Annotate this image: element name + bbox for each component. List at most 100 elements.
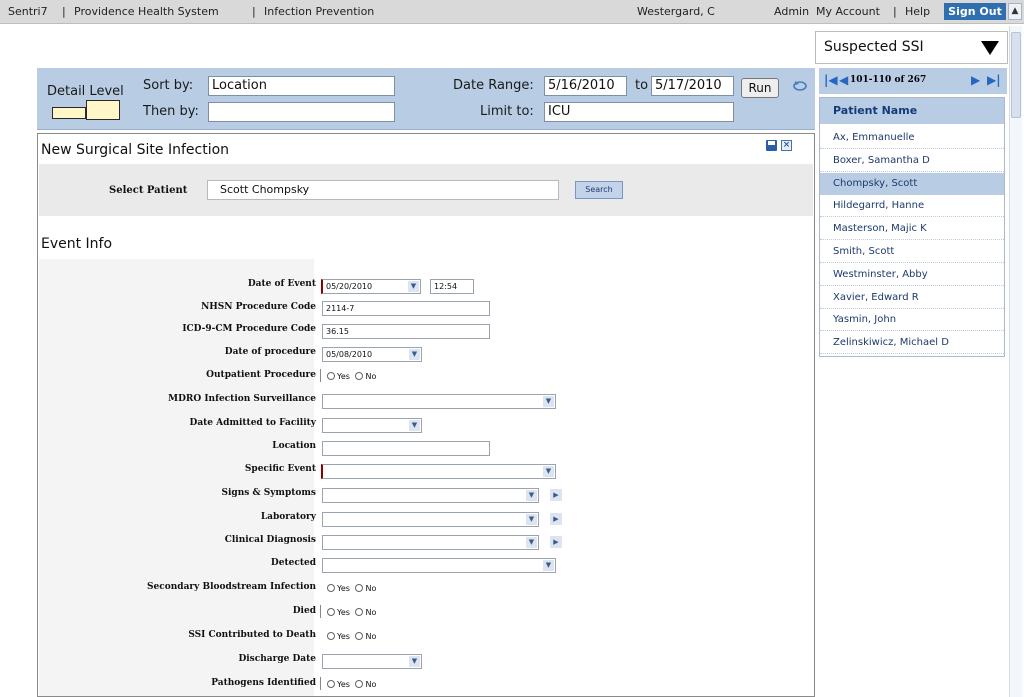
page-range: 101-110 of 267 bbox=[850, 75, 927, 85]
chevron-down-icon[interactable]: ▼ bbox=[408, 281, 419, 292]
icd9-code-input[interactable]: 36.15 bbox=[322, 324, 490, 339]
discharge-date-select[interactable]: ▼ bbox=[322, 654, 422, 669]
chevron-down-icon[interactable]: ▼ bbox=[543, 466, 554, 477]
scrollbar-thumb[interactable] bbox=[1011, 32, 1021, 118]
clinical-diagnosis-select[interactable]: ▼ bbox=[322, 535, 539, 550]
sort-by-input[interactable]: Location bbox=[208, 76, 395, 96]
then-by-input[interactable] bbox=[208, 102, 395, 122]
outpatient-yes-radio[interactable] bbox=[327, 372, 335, 380]
patient-list-item[interactable]: Xavier, Edward R bbox=[820, 287, 1004, 309]
nhsn-code-input[interactable]: 2114-7 bbox=[322, 301, 490, 316]
help-link[interactable]: Help bbox=[905, 5, 930, 18]
secondary-bsi-yes-radio[interactable] bbox=[327, 584, 335, 592]
patient-list-item[interactable]: Zelinskiwicz, Michael D bbox=[820, 332, 1004, 355]
date-to-label: to bbox=[635, 78, 649, 93]
patient-list-item[interactable]: Yasmin, John bbox=[820, 309, 1004, 332]
sort-by-label: Sort by: bbox=[143, 78, 194, 93]
outpatient-no-radio[interactable] bbox=[355, 372, 364, 380]
yes-label: Yes bbox=[337, 608, 350, 617]
location-input[interactable] bbox=[322, 441, 490, 456]
date-admitted-select[interactable]: ▼ bbox=[322, 418, 422, 433]
scroll-up-icon[interactable]: ▲ bbox=[1008, 3, 1022, 20]
topbar-separator: | bbox=[893, 5, 897, 18]
run-button[interactable]: Run bbox=[741, 78, 779, 98]
time-of-event-input[interactable]: 12:54 bbox=[430, 279, 474, 294]
search-button[interactable]: Search bbox=[575, 181, 623, 199]
chevron-down-icon[interactable]: ▼ bbox=[409, 420, 420, 431]
previous-page-icon[interactable]: ◀ bbox=[839, 73, 848, 87]
died-no-radio[interactable] bbox=[355, 608, 364, 616]
signs-symptoms-select[interactable]: ▼ bbox=[322, 488, 539, 503]
laboratory-label: Laboratory bbox=[260, 512, 316, 522]
mdro-surveillance-select[interactable]: ▼ bbox=[322, 394, 556, 409]
chevron-right-icon[interactable]: ▶ bbox=[550, 489, 562, 501]
status-filter-select[interactable]: Suspected SSI bbox=[815, 31, 1008, 64]
patient-list-item[interactable]: Smith, Scott bbox=[820, 241, 1004, 263]
pathogens-yes-radio[interactable] bbox=[327, 680, 335, 688]
patient-search-input[interactable]: Scott Chompsky bbox=[207, 180, 559, 200]
admin-link[interactable]: Admin bbox=[774, 5, 809, 18]
select-patient-label: Select Patient bbox=[109, 185, 188, 196]
laboratory-select[interactable]: ▼ bbox=[322, 512, 539, 527]
date-of-event-value: 05/20/2010 bbox=[326, 282, 373, 291]
chevron-down-icon[interactable]: ▼ bbox=[526, 537, 537, 548]
limit-to-input[interactable]: ICU bbox=[544, 102, 734, 122]
close-icon[interactable]: × bbox=[781, 140, 792, 151]
last-page-icon[interactable]: ▶| bbox=[987, 73, 1001, 87]
pathogens-label: Pathogens Identified bbox=[211, 678, 316, 688]
date-of-event-select[interactable]: 05/20/2010 ▼ bbox=[321, 279, 421, 294]
chevron-down-icon[interactable]: ▼ bbox=[409, 349, 420, 360]
sign-out-button[interactable]: Sign Out bbox=[944, 3, 1006, 20]
field-separator bbox=[320, 605, 321, 618]
patient-list-item[interactable]: Masterson, Majic K bbox=[820, 218, 1004, 241]
detail-level-label: Detail Level bbox=[47, 84, 124, 99]
select-patient-section: Select Patient Scott Chompsky Search bbox=[39, 164, 813, 216]
secondary-bsi-radio-group: Yes No bbox=[327, 583, 376, 595]
specific-event-select[interactable]: ▼ bbox=[321, 464, 556, 479]
date-to-input[interactable]: 5/17/2010 bbox=[651, 76, 734, 96]
secondary-bsi-no-radio[interactable] bbox=[355, 584, 364, 592]
no-label: No bbox=[365, 680, 377, 689]
chevron-down-icon[interactable]: ▼ bbox=[526, 490, 537, 501]
chevron-down-icon[interactable]: ▼ bbox=[409, 656, 420, 667]
detail-level-low-toggle[interactable] bbox=[52, 107, 86, 119]
pathogens-no-radio[interactable] bbox=[355, 680, 364, 688]
chevron-right-icon[interactable]: ▶ bbox=[550, 513, 562, 525]
first-page-icon[interactable]: |◀ bbox=[824, 73, 838, 87]
yes-label: Yes bbox=[337, 372, 350, 381]
died-yes-radio[interactable] bbox=[327, 608, 335, 616]
patient-list-item[interactable]: Boxer, Samantha D bbox=[820, 150, 1004, 172]
refresh-icon[interactable] bbox=[792, 78, 808, 92]
field-separator bbox=[320, 369, 321, 382]
dropdown-arrow-icon[interactable] bbox=[981, 41, 999, 55]
chevron-down-icon[interactable]: ▼ bbox=[543, 560, 554, 571]
pager: |◀ ◀ 101-110 of 267 ▶ ▶| bbox=[819, 68, 1007, 94]
icd9-code-label: ICD-9-CM Procedure Code bbox=[182, 324, 316, 334]
patient-name-column-header[interactable]: Patient Name bbox=[820, 98, 1004, 124]
my-account-link[interactable]: My Account bbox=[816, 5, 880, 18]
detail-level-high-toggle[interactable] bbox=[86, 100, 120, 120]
ssi-death-yes-radio[interactable] bbox=[327, 632, 335, 640]
ssi-death-radio-group: Yes No bbox=[327, 631, 376, 643]
patient-list-item[interactable]: Hildegarrd, Hanne bbox=[820, 195, 1004, 218]
date-from-input[interactable]: 5/16/2010 bbox=[544, 76, 627, 96]
ssi-death-no-radio[interactable] bbox=[355, 632, 364, 640]
patient-list-item[interactable]: Westminster, Abby bbox=[820, 264, 1004, 286]
user-name: Westergard, C bbox=[637, 5, 715, 18]
date-of-procedure-select[interactable]: 05/08/2010 ▼ bbox=[322, 347, 422, 362]
detected-select[interactable]: ▼ bbox=[322, 558, 556, 573]
page-scrollbar[interactable] bbox=[1009, 26, 1022, 697]
outpatient-procedure-label: Outpatient Procedure bbox=[206, 370, 316, 380]
chevron-down-icon[interactable]: ▼ bbox=[526, 514, 537, 525]
next-page-icon[interactable]: ▶ bbox=[971, 73, 980, 87]
patient-list: Patient Name Ax, Emmanuelle Boxer, Samant… bbox=[819, 97, 1005, 357]
then-by-label: Then by: bbox=[143, 104, 199, 119]
date-of-procedure-label: Date of procedure bbox=[224, 347, 316, 357]
patient-list-item[interactable]: Ax, Emmanuelle bbox=[820, 127, 1004, 149]
chevron-right-icon[interactable]: ▶ bbox=[550, 536, 562, 548]
patient-list-item[interactable]: Chompsky, Scott bbox=[820, 172, 1004, 195]
status-filter-value: Suspected SSI bbox=[824, 39, 924, 55]
save-icon[interactable] bbox=[766, 140, 777, 151]
chevron-down-icon[interactable]: ▼ bbox=[543, 396, 554, 407]
org-name: Providence Health System bbox=[74, 5, 219, 18]
